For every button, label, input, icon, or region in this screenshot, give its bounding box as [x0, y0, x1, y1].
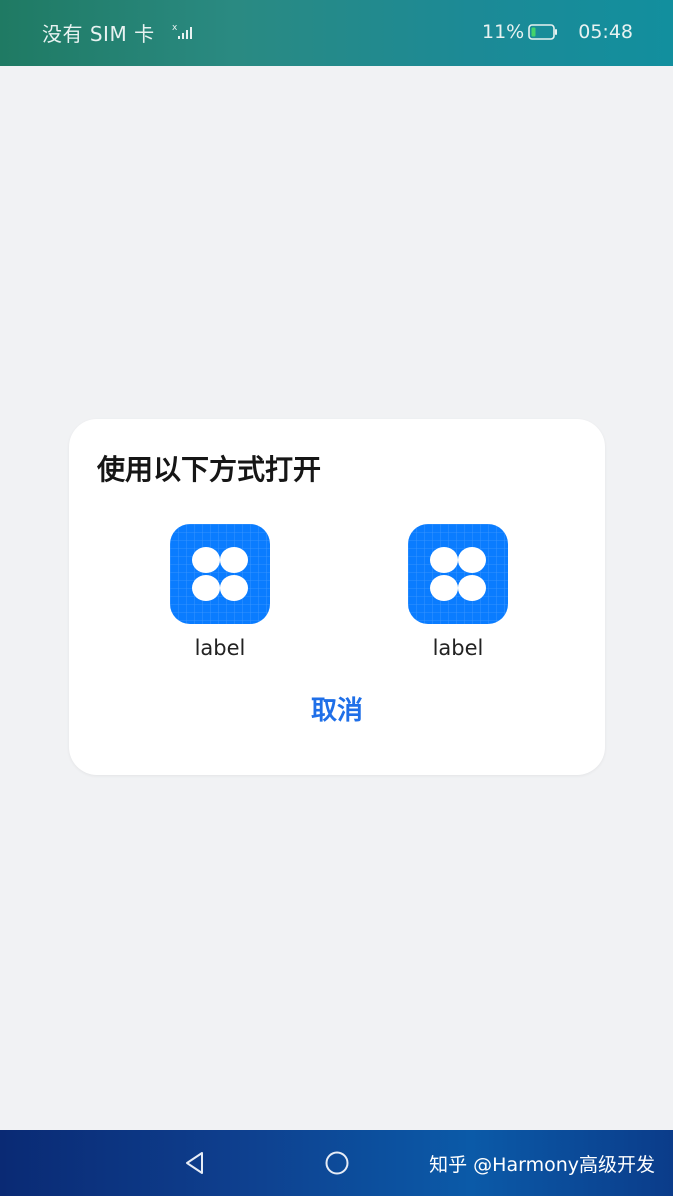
app-icon	[408, 524, 508, 624]
app-label: label	[432, 636, 484, 660]
cancel-button[interactable]: 取消	[287, 691, 387, 731]
open-with-dialog: 使用以下方式打开 label label 取消	[69, 419, 605, 775]
app-option-1[interactable]: label	[165, 524, 275, 664]
watermark-text: 知乎 @Harmony高级开发	[429, 1154, 655, 1176]
navigation-bar: 知乎 @Harmony高级开发	[0, 1130, 673, 1196]
battery-percent: 11%	[482, 21, 525, 43]
signal-icon: x	[172, 23, 192, 39]
carrier-text: 没有 SIM 卡	[42, 22, 155, 46]
dialog-title: 使用以下方式打开	[97, 453, 322, 486]
app-option-2[interactable]: label	[403, 524, 513, 664]
svg-text:x: x	[172, 23, 178, 33]
home-icon[interactable]	[324, 1150, 350, 1176]
clock-time: 05:48	[578, 21, 633, 43]
back-icon[interactable]	[182, 1150, 208, 1176]
app-icon	[170, 524, 270, 624]
battery-icon	[528, 24, 558, 40]
status-bar: 没有 SIM 卡 x 11% 05:48	[0, 0, 673, 66]
app-label: label	[194, 636, 246, 660]
status-indicators: 11% 05:48	[482, 19, 633, 45]
